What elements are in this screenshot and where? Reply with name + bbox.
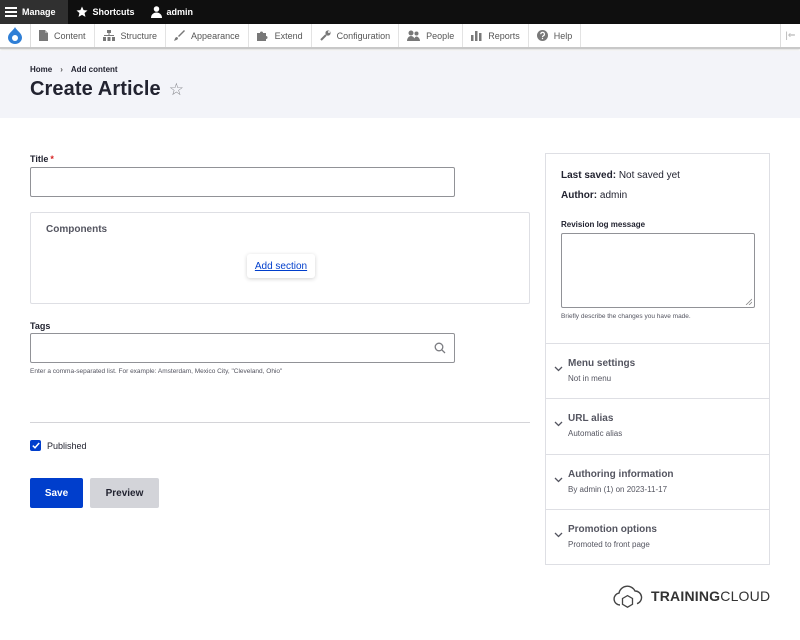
collapse-toolbar-button[interactable]: |⇐ (780, 24, 800, 47)
page-title: Create Article (30, 78, 161, 100)
menu-people-label: People (426, 30, 455, 41)
last-saved-value: Not saved yet (618, 170, 680, 181)
published-label: Published (47, 440, 87, 451)
resize-handle-icon[interactable] (745, 298, 752, 305)
section-title: Promotion options (568, 524, 657, 535)
tags-label: Tags (30, 321, 51, 331)
last-saved: Last saved: Not saved yet (561, 170, 680, 181)
required-marker: * (50, 154, 54, 164)
menu-appearance[interactable]: Appearance (166, 24, 249, 47)
revision-log-label: Revision log message (561, 220, 646, 229)
manage-label: Manage (22, 7, 56, 17)
checkmark-icon (31, 442, 40, 449)
author-label: Author: (561, 190, 598, 201)
components-title: Components (46, 224, 108, 235)
question-icon (536, 30, 548, 41)
user-label: admin (166, 7, 194, 17)
breadcrumb: Home › Add content (30, 65, 118, 74)
save-button[interactable]: Save (30, 478, 83, 508)
url-alias-section[interactable]: URL alias Automatic alias (546, 398, 769, 454)
section-title: Menu settings (568, 358, 636, 369)
logo-text-bold: TRAINING (651, 588, 721, 604)
menu-extend-label: Extend (274, 30, 303, 41)
menu-people[interactable]: People (399, 24, 464, 47)
title-label: Title * (30, 154, 54, 164)
collapse-icon: |⇐ (785, 30, 796, 40)
title-label-text: Title (30, 154, 49, 164)
menu-spacer (581, 24, 780, 47)
add-section-link[interactable]: Add section (247, 254, 315, 278)
menu-help[interactable]: Help (529, 24, 582, 47)
drupal-drop-icon (8, 27, 22, 44)
menu-extend[interactable]: Extend (249, 24, 312, 47)
author-value: admin (599, 190, 628, 201)
revision-help-text: Briefly describe the changes you have ma… (561, 313, 691, 320)
puzzle-icon (256, 31, 268, 41)
menu-settings-section[interactable]: Menu settings Not in menu (546, 343, 769, 399)
form-divider (30, 422, 530, 423)
cloud-logo-icon (613, 585, 643, 608)
section-title: URL alias (568, 413, 614, 424)
people-icon (407, 30, 421, 41)
star-icon (76, 6, 88, 17)
wrench-icon (319, 30, 331, 41)
sitemap-icon (102, 30, 115, 41)
hamburger-icon (5, 7, 17, 17)
chevron-down-icon (554, 477, 563, 483)
published-checkbox[interactable] (30, 440, 41, 451)
paintbrush-icon (174, 30, 186, 41)
document-icon (39, 30, 48, 41)
menu-structure-label: Structure (120, 30, 158, 41)
preview-button[interactable]: Preview (90, 478, 159, 508)
title-input[interactable] (30, 167, 455, 197)
revision-log-textarea[interactable] (561, 233, 755, 308)
search-icon (434, 342, 446, 354)
toolbar: Manage Shortcuts admin (0, 0, 800, 24)
manage-tab[interactable]: Manage (0, 0, 68, 24)
bar-chart-icon (471, 31, 482, 41)
promotion-options-section[interactable]: Promotion options Promoted to front page (546, 509, 769, 565)
menu-configuration-label: Configuration (336, 30, 391, 41)
author: Author: admin (561, 190, 627, 201)
page-header: Home › Add content Create Article ☆ (0, 51, 800, 118)
menu-content-label: Content (54, 30, 86, 41)
shortcut-star-icon[interactable]: ☆ (169, 81, 184, 98)
shortcuts-label: Shortcuts (92, 7, 135, 17)
breadcrumb-add-content[interactable]: Add content (71, 65, 118, 74)
breadcrumb-separator: › (60, 65, 63, 74)
trainingcloud-logo: TRAININGCLOUD (612, 583, 770, 609)
logo-text-regular: CLOUD (720, 588, 771, 604)
menu-help-label: Help (553, 30, 573, 41)
chevron-down-icon (554, 366, 563, 372)
menu-appearance-label: Appearance (191, 30, 240, 41)
section-summary: Promoted to front page (568, 540, 650, 549)
title-row: Create Article ☆ (30, 78, 184, 101)
tags-input[interactable] (30, 333, 455, 363)
menu-structure[interactable]: Structure (95, 24, 167, 47)
menu-reports[interactable]: Reports (463, 24, 529, 47)
breadcrumb-home[interactable]: Home (30, 65, 52, 74)
menu-content[interactable]: Content (31, 24, 95, 47)
section-summary: Not in menu (568, 374, 612, 383)
section-title: Authoring information (568, 469, 674, 480)
chevron-down-icon (554, 532, 563, 538)
section-summary: By admin (1) on 2023-11-17 (568, 485, 668, 494)
user-tab[interactable]: admin (145, 0, 202, 24)
menu-configuration[interactable]: Configuration (312, 24, 400, 47)
admin-menu: Content Structure Appearance Extend Conf… (0, 24, 800, 49)
drupal-logo[interactable] (0, 24, 31, 47)
tags-help-text: Enter a comma-separated list. For exampl… (30, 368, 283, 375)
chevron-down-icon (554, 421, 563, 427)
meta-sidebar: Last saved: Not saved yet Author: admin … (545, 153, 770, 565)
menu-reports-label: Reports (488, 30, 520, 41)
shortcuts-tab[interactable]: Shortcuts (68, 0, 143, 24)
section-summary: Automatic alias (568, 429, 623, 438)
components-region: Components Add section (30, 212, 530, 304)
user-icon (150, 6, 162, 18)
published-checkbox-row[interactable]: Published (30, 440, 87, 451)
authoring-information-section[interactable]: Authoring information By admin (1) on 20… (546, 454, 769, 510)
logo-text: TRAININGCLOUD (651, 588, 770, 604)
last-saved-label: Last saved: (561, 170, 617, 181)
